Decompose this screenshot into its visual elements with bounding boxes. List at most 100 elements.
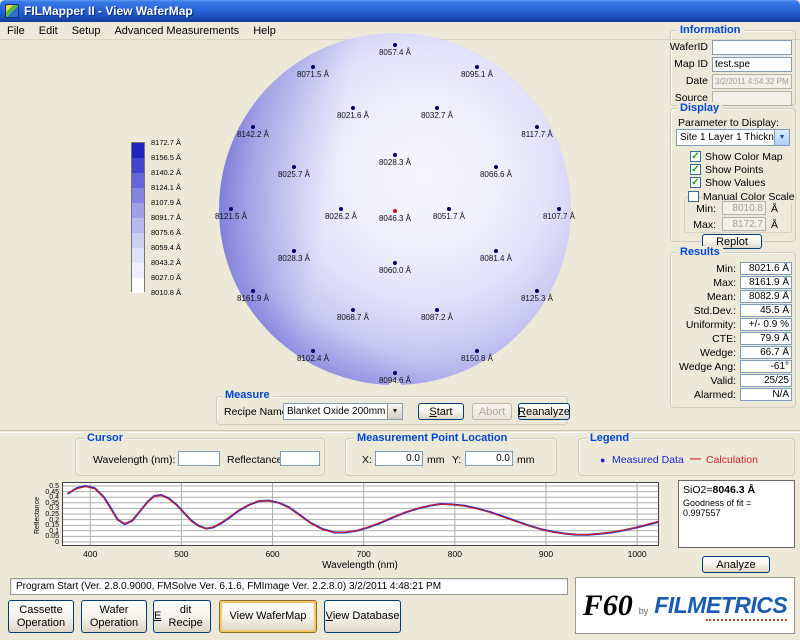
checkbox-show-values[interactable]: ✓ xyxy=(690,177,701,188)
checkbox-show-color-map[interactable]: ✓ xyxy=(690,151,701,162)
parameter-label: Parameter to Display: xyxy=(678,117,779,129)
wafer-point-value: 8087.2 Å xyxy=(407,313,467,322)
logo-by: by xyxy=(639,606,649,616)
color-scale-label: 8172.7 Å xyxy=(151,138,181,147)
result-label-uniformity-: Uniformity: xyxy=(664,319,736,331)
wafer-point[interactable] xyxy=(351,106,355,110)
color-scale-swatch xyxy=(132,278,144,293)
spectrum-chart[interactable] xyxy=(62,482,659,546)
nav-button-view-wafermap[interactable]: View WaferMap xyxy=(219,600,317,633)
wafer-point[interactable] xyxy=(351,308,355,312)
checkbox-manual-color-scale[interactable] xyxy=(688,191,699,202)
color-scale-label: 8059.4 Å xyxy=(151,243,181,252)
menu-help[interactable]: Help xyxy=(246,23,283,39)
x-tick-label: 800 xyxy=(443,549,467,559)
measure-caption: Measure xyxy=(222,389,273,401)
checkbox-label: Show Values xyxy=(705,177,766,189)
wafer-point[interactable] xyxy=(311,349,315,353)
wafer-point-value: 8051.7 Å xyxy=(419,212,479,221)
wafer-point[interactable] xyxy=(311,65,315,69)
display-caption: Display xyxy=(677,102,722,114)
y-field[interactable]: 0.0 xyxy=(465,451,513,466)
nav-button-view-database[interactable]: View Database xyxy=(324,600,401,633)
reflectance-field[interactable] xyxy=(280,451,320,466)
info-field-waferid[interactable] xyxy=(712,40,792,55)
wafer-point[interactable] xyxy=(447,207,451,211)
recipe-name-value: Blanket Oxide 200mm xyxy=(287,406,385,417)
result-label-std-dev-: Std.Dev.: xyxy=(664,305,736,317)
color-scale-swatch xyxy=(132,143,144,158)
results-caption: Results xyxy=(677,246,723,258)
color-scale-swatch xyxy=(132,173,144,188)
wafer-point-value: 8066.6 Å xyxy=(466,170,526,179)
result-label-mean-: Mean: xyxy=(664,291,736,303)
wafer-point[interactable] xyxy=(494,249,498,253)
title-bar[interactable]: FILMapper II - View WaferMap xyxy=(0,0,800,22)
x-tick-label: 600 xyxy=(261,549,285,559)
wafer-point-value: 8025.7 Å xyxy=(264,170,324,179)
info-label-date: Date xyxy=(664,75,708,87)
menu-setup[interactable]: Setup xyxy=(65,23,108,39)
x-tick-label: 900 xyxy=(534,549,558,559)
menu-advanced-measurements[interactable]: Advanced Measurements xyxy=(107,23,246,39)
f60-filmetrics-logo: F60 by FILMETRICS xyxy=(575,577,795,634)
legend-calculation-label: Calculation xyxy=(706,454,758,466)
wafer-point-value: 8121.5 Å xyxy=(201,212,261,221)
info-label-map-id: Map ID xyxy=(664,58,708,70)
nav-button-wafer-operation[interactable]: Wafer Operation xyxy=(81,600,147,633)
fit-thickness-line: SiO2=8046.3 Å xyxy=(683,484,790,496)
color-scale-label: 8124.1 Å xyxy=(151,183,181,192)
wafer-point-value: 8094.6 Å xyxy=(365,376,425,385)
checkbox-show-points[interactable]: ✓ xyxy=(690,164,701,175)
wafer-point[interactable] xyxy=(393,153,397,157)
nav-button-edit-recipe[interactable]: Edit Recipe xyxy=(153,600,211,633)
wafer-point[interactable] xyxy=(393,43,397,47)
wafer-point[interactable] xyxy=(393,371,397,375)
wafer-point[interactable] xyxy=(292,249,296,253)
result-value: 79.9 Å xyxy=(740,332,792,345)
wafer-point[interactable] xyxy=(251,289,255,293)
app-icon xyxy=(5,4,19,18)
wafer-point[interactable] xyxy=(292,165,296,169)
chevron-down-icon[interactable]: ▼ xyxy=(774,130,789,145)
wafer-point[interactable] xyxy=(535,289,539,293)
wafer-point[interactable] xyxy=(494,165,498,169)
wafer-point[interactable] xyxy=(251,125,255,129)
reanalyze-button[interactable]: Reanalyze xyxy=(518,403,570,420)
color-scale-label: 8140.2 Å xyxy=(151,168,181,177)
wafer-point[interactable] xyxy=(339,207,343,211)
wafer-point-value: 8095.1 Å xyxy=(447,70,507,79)
wafer-point[interactable] xyxy=(535,125,539,129)
nav-button-cassette-operation[interactable]: Cassette Operation xyxy=(8,600,74,633)
x-field[interactable]: 0.0 xyxy=(375,451,423,466)
wafer-point[interactable] xyxy=(393,261,397,265)
color-scale-swatch xyxy=(132,203,144,218)
wavelength-field[interactable] xyxy=(178,451,220,466)
result-label-wedge-: Wedge: xyxy=(664,347,736,359)
menu-file[interactable]: File xyxy=(0,23,32,39)
analyze-button[interactable]: Analyze xyxy=(702,556,770,573)
max-unit: Å xyxy=(771,219,778,231)
chevron-down-icon[interactable]: ▼ xyxy=(387,404,402,419)
x-unit: mm xyxy=(427,454,445,466)
wafer-point-selected[interactable] xyxy=(393,209,397,213)
result-value: 8082.9 Å xyxy=(740,290,792,303)
color-scale-label: 8091.7 Å xyxy=(151,213,181,222)
recipe-name-dropdown[interactable]: Blanket Oxide 200mm ▼ xyxy=(283,403,403,420)
wafer-point[interactable] xyxy=(475,349,479,353)
parameter-dropdown[interactable]: Site 1 Layer 1 Thickness ▼ xyxy=(676,129,790,146)
wafer-point-value: 8046.3 Å xyxy=(365,214,425,223)
wafer-point[interactable] xyxy=(435,106,439,110)
result-value: -61° xyxy=(740,360,792,373)
wafer-point[interactable] xyxy=(475,65,479,69)
menu-edit[interactable]: Edit xyxy=(32,23,65,39)
color-scale-swatch xyxy=(132,188,144,203)
wafer-point[interactable] xyxy=(229,207,233,211)
result-value: +/- 0.9 % xyxy=(740,318,792,331)
color-scale-label: 8010.8 Å xyxy=(151,288,181,297)
wafer-point[interactable] xyxy=(435,308,439,312)
wafer-point[interactable] xyxy=(557,207,561,211)
result-value: 25/25 xyxy=(740,374,792,387)
start-button[interactable]: Start xyxy=(418,403,464,420)
info-field-map-id[interactable]: test.spe xyxy=(712,57,792,72)
